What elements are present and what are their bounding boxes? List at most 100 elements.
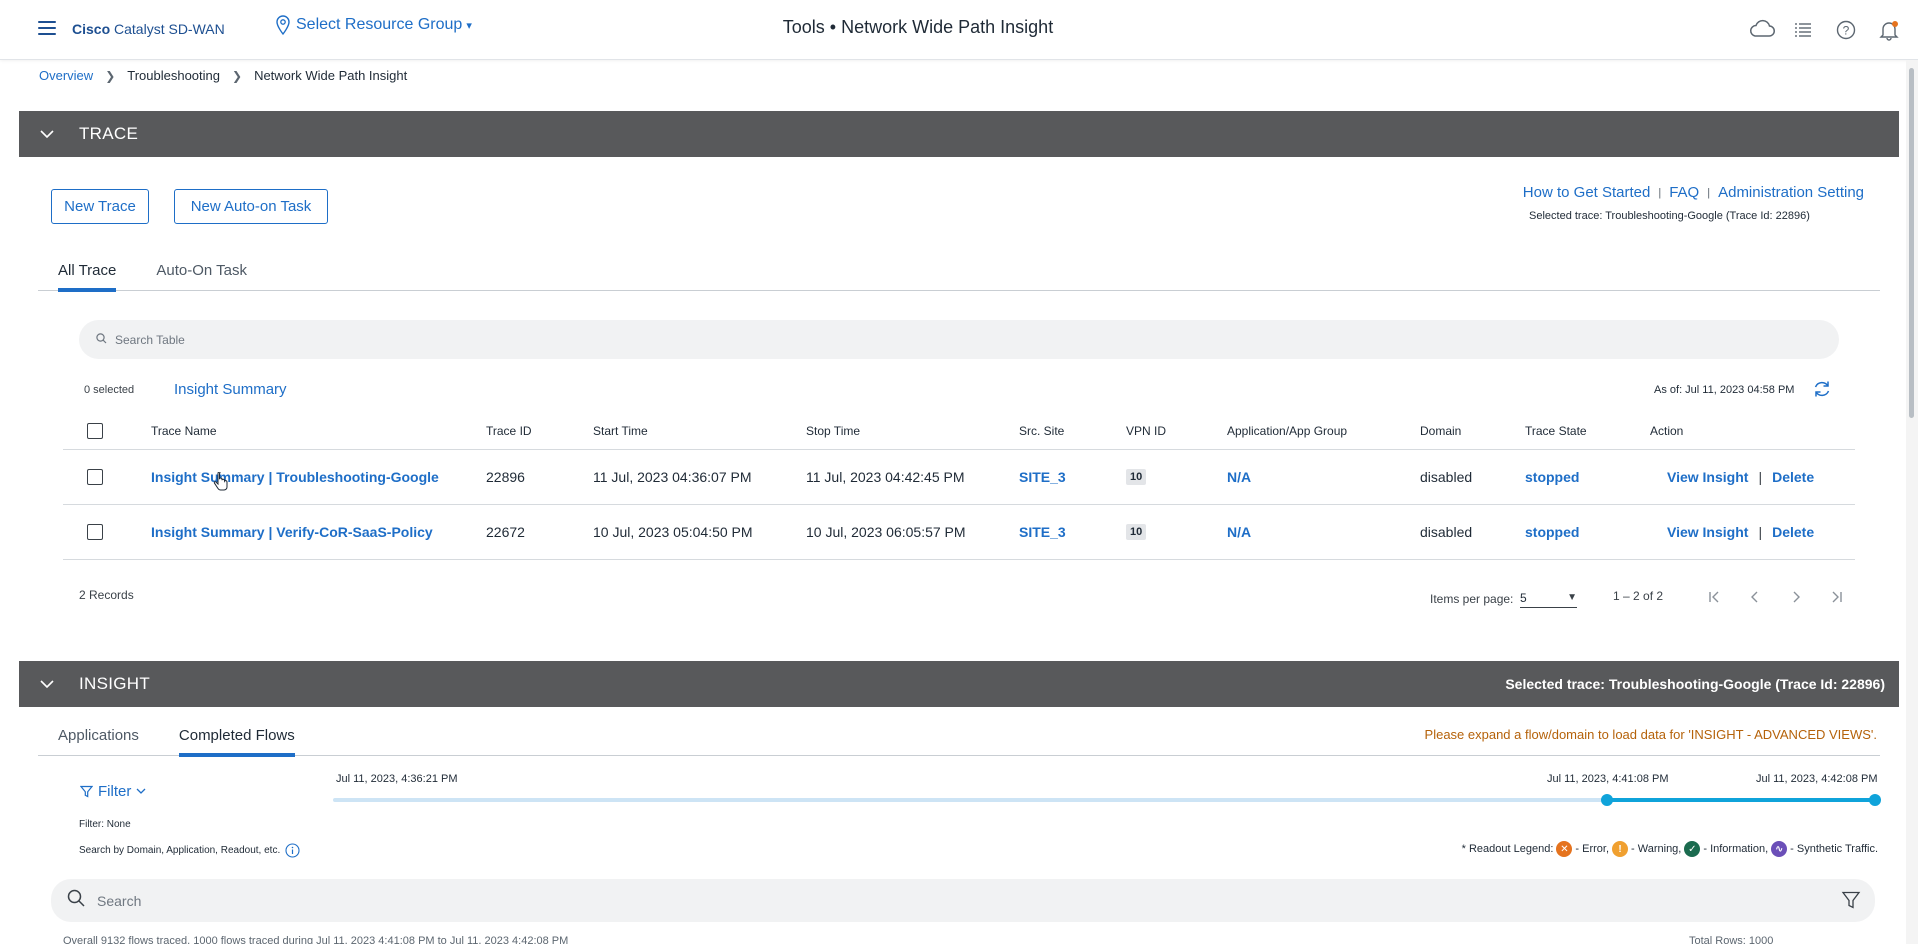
view-insight-link[interactable]: View Insight (1667, 469, 1748, 485)
trace-name-link[interactable]: Troubleshooting-Google (276, 469, 439, 485)
search-table-placeholder: Search Table (115, 332, 185, 347)
notification-bell-icon[interactable] (1878, 19, 1900, 46)
chevron-down-icon[interactable] (33, 674, 61, 694)
trace-table: Trace Name Trace ID Start Time Stop Time… (63, 412, 1855, 560)
new-auto-on-task-button[interactable]: New Auto-on Task (174, 189, 328, 224)
previous-page-icon[interactable] (1744, 588, 1766, 606)
row-checkbox[interactable] (87, 524, 103, 540)
domain: disabled (1420, 469, 1473, 485)
trace-name-cell: Insight Summary | Verify-CoR-SaaS-Policy (151, 524, 433, 540)
col-application[interactable]: Application/App Group (1227, 424, 1347, 438)
select-all-checkbox[interactable] (87, 422, 103, 439)
flows-search-input[interactable]: Search (51, 879, 1875, 922)
timeline-selected-range (1607, 798, 1875, 802)
filter-button[interactable]: Filter (80, 783, 146, 800)
col-trace-state[interactable]: Trace State (1525, 424, 1587, 438)
col-stop-time[interactable]: Stop Time (806, 424, 860, 438)
trace-name-link[interactable]: Verify-CoR-SaaS-Policy (276, 524, 432, 540)
new-trace-button[interactable]: New Trace (51, 189, 149, 224)
tab-applications[interactable]: Applications (38, 716, 159, 755)
how-to-get-started-link[interactable]: How to Get Started (1523, 184, 1651, 201)
vpn-id-badge: 10 (1126, 524, 1147, 540)
stop-time: 10 Jul, 2023 06:05:57 PM (806, 524, 966, 540)
filter-value: Filter: None (79, 819, 131, 830)
stop-time: 11 Jul, 2023 04:42:45 PM (806, 469, 965, 485)
timeline-start-handle[interactable] (1601, 794, 1613, 806)
cloud-icon[interactable] (1748, 18, 1776, 45)
timeline-slider[interactable] (333, 794, 1881, 806)
as-of-timestamp: As of: Jul 11, 2023 04:58 PM (1654, 384, 1795, 396)
legend-error: - Error, (1575, 843, 1610, 855)
administration-setting-link[interactable]: Administration Setting (1718, 184, 1864, 201)
col-domain[interactable]: Domain (1420, 424, 1461, 438)
breadcrumb-troubleshooting[interactable]: Troubleshooting (127, 68, 220, 83)
search-hint: Search by Domain, Application, Readout, … (79, 843, 300, 858)
trace-state-link[interactable]: stopped (1525, 524, 1579, 540)
col-src-site[interactable]: Src. Site (1019, 424, 1064, 438)
items-per-page-value: 5 (1520, 590, 1527, 605)
col-trace-name[interactable]: Trace Name (151, 424, 217, 438)
refresh-icon[interactable] (1812, 379, 1832, 404)
table-row[interactable]: Insight Summary | Troubleshooting-Google… (63, 450, 1855, 505)
tab-all-trace[interactable]: All Trace (38, 251, 136, 292)
filter-icon (80, 785, 93, 798)
help-icon[interactable]: ? (1836, 20, 1856, 45)
first-page-icon[interactable] (1704, 588, 1726, 606)
col-trace-id[interactable]: Trace ID (486, 424, 532, 438)
start-time: 11 Jul, 2023 04:36:07 PM (593, 469, 752, 485)
breadcrumb-overview[interactable]: Overview (39, 68, 93, 83)
delete-link[interactable]: Delete (1772, 469, 1814, 485)
action-divider: | (1758, 469, 1763, 485)
trace-section-header[interactable]: TRACE (19, 111, 1899, 157)
trace-id: 22896 (486, 469, 525, 485)
last-page-icon[interactable] (1825, 588, 1847, 606)
vertical-scrollbar[interactable] (1906, 60, 1918, 944)
timeline-start-label: Jul 11, 2023, 4:36:21 PM (336, 773, 458, 785)
domain: disabled (1420, 524, 1473, 540)
advanced-views-notice: Please expand a flow/domain to load data… (1424, 727, 1877, 742)
application-link[interactable]: N/A (1227, 524, 1251, 540)
trace-tabs: All Trace Auto-On Task (38, 251, 1880, 292)
timeline-range-end-label: Jul 11, 2023, 4:42:08 PM (1756, 773, 1878, 785)
faq-link[interactable]: FAQ (1669, 184, 1699, 201)
insight-summary-link[interactable]: Insight Summary (151, 524, 265, 540)
legend-information: - Information, (1703, 843, 1769, 855)
search-hint-text: Search by Domain, Application, Readout, … (79, 845, 281, 856)
link-divider: | (1707, 186, 1711, 199)
col-start-time[interactable]: Start Time (593, 424, 648, 438)
search-table-input[interactable]: Search Table (79, 320, 1839, 359)
info-icon[interactable] (285, 843, 300, 858)
scrollbar-thumb[interactable] (1909, 68, 1914, 418)
col-vpn-id[interactable]: VPN ID (1126, 424, 1166, 438)
flows-search-placeholder: Search (97, 892, 142, 909)
delete-link[interactable]: Delete (1772, 524, 1814, 540)
selected-trace-text: Selected trace: Troubleshooting-Google (… (1529, 210, 1810, 222)
trace-state-link[interactable]: stopped (1525, 469, 1579, 485)
items-per-page-select[interactable]: 5 ▼ (1520, 588, 1577, 608)
filter-icon[interactable] (1841, 890, 1861, 915)
next-page-icon[interactable] (1785, 588, 1807, 606)
timeline-end-handle[interactable] (1869, 794, 1881, 806)
view-insight-link[interactable]: View Insight (1667, 524, 1748, 540)
chevron-down-icon[interactable] (33, 124, 61, 144)
table-header: Trace Name Trace ID Start Time Stop Time… (63, 412, 1855, 450)
trace-id: 22672 (486, 524, 525, 540)
row-checkbox[interactable] (87, 469, 103, 485)
tab-completed-flows[interactable]: Completed Flows (159, 716, 315, 757)
insight-section-header[interactable]: INSIGHT Selected trace: Troubleshooting-… (19, 661, 1899, 707)
trace-section-title: TRACE (79, 124, 139, 143)
breadcrumb-current: Network Wide Path Insight (254, 68, 408, 83)
caret-down-icon: ▼ (1567, 592, 1577, 603)
flows-summary: Overall 9132 flows traced, 1000 flows tr… (63, 935, 569, 944)
src-site-link[interactable]: SITE_3 (1019, 524, 1066, 540)
table-row[interactable]: Insight Summary | Verify-CoR-SaaS-Policy… (63, 505, 1855, 560)
breadcrumb: Overview ❯ Troubleshooting ❯ Network Wid… (39, 68, 407, 83)
insight-selected-trace: Selected trace: Troubleshooting-Google (… (1505, 676, 1885, 692)
tab-auto-on-task[interactable]: Auto-On Task (136, 251, 267, 290)
application-link[interactable]: N/A (1227, 469, 1251, 485)
src-site-link[interactable]: SITE_3 (1019, 469, 1066, 485)
list-icon[interactable] (1794, 21, 1812, 44)
name-separator: | (264, 469, 277, 485)
insight-summary-link[interactable]: Insight Summary (151, 469, 265, 485)
insight-summary-button[interactable]: Insight Summary (174, 381, 287, 398)
